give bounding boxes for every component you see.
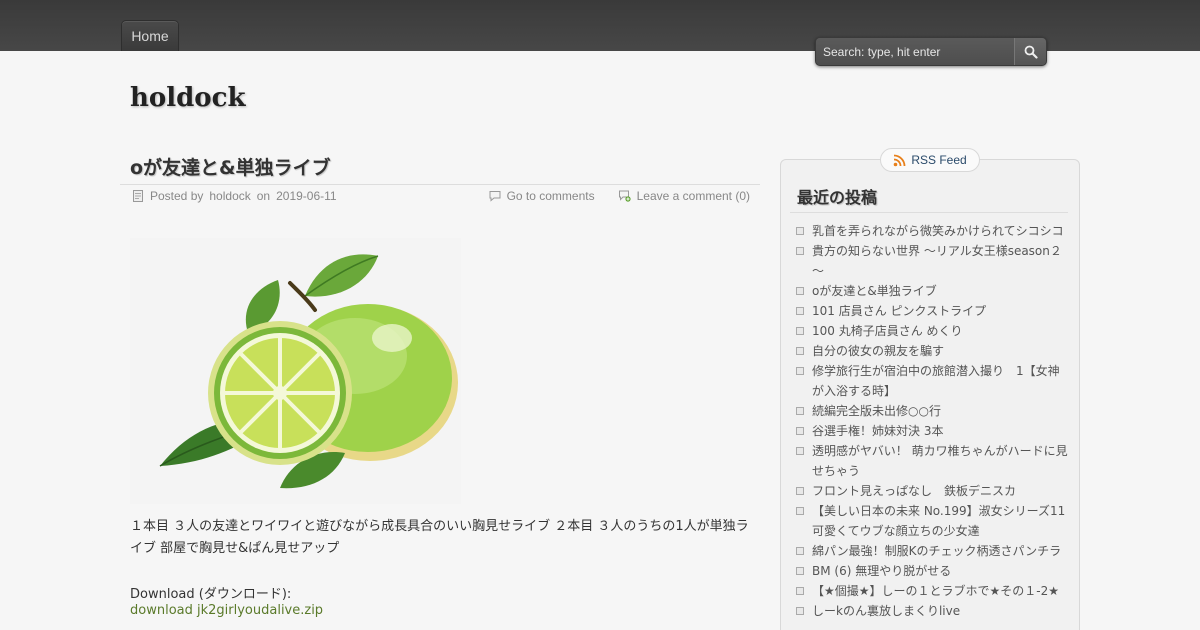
recent-post-link[interactable]: 自分の彼女の親友を騙す: [812, 344, 944, 358]
site-title[interactable]: holdock: [130, 83, 246, 113]
recent-post-link[interactable]: フロント見えっぱなし 鉄板デニスカ: [812, 484, 1016, 498]
list-bullet-icon: [796, 307, 804, 315]
list-bullet-icon: [796, 507, 804, 515]
download-link[interactable]: download jk2girlyoudalive.zip: [130, 603, 323, 618]
search-box: [815, 37, 1047, 66]
top-navigation-bar: Home: [0, 0, 1200, 66]
recent-post-item[interactable]: 修学旅行生が宿泊中の旅館潜入撮り 1【女神が入浴する時】: [796, 361, 1068, 401]
recent-post-item[interactable]: 【★個撮★】しーの１とラブホで★その１-2★: [796, 581, 1068, 601]
list-bullet-icon: [796, 587, 804, 595]
list-bullet-icon: [796, 607, 804, 615]
search-button[interactable]: [1014, 38, 1046, 65]
recent-post-link[interactable]: 綿パン最強！制服Kのチェック柄透さパンチラ: [812, 544, 1061, 558]
lime-illustration: [130, 238, 461, 504]
posted-by-label: Posted by: [150, 189, 204, 203]
list-bullet-icon: [796, 567, 804, 575]
list-bullet-icon: [796, 407, 804, 415]
recent-post-link[interactable]: oが友達と&単独ライブ: [812, 284, 937, 298]
list-bullet-icon: [796, 327, 804, 335]
recent-post-link[interactable]: 100 丸椅子店員さん めくり: [812, 324, 963, 338]
recent-post-item[interactable]: フロント見えっぱなし 鉄板デニスカ: [796, 481, 1068, 501]
list-bullet-icon: [796, 367, 804, 375]
recent-post-link[interactable]: 谷選手権！姉妹対決 3本: [812, 424, 943, 438]
recent-post-link[interactable]: 【★個撮★】しーの１とラブホで★その１-2★: [812, 584, 1059, 598]
recent-post-link[interactable]: 101 店員さん ピンクストライプ: [812, 304, 986, 318]
recent-post-item[interactable]: 貴方の知らない世界 ～リアル女王様season２～: [796, 241, 1068, 281]
download-label: Download (ダウンロード):: [130, 587, 292, 602]
recent-post-link[interactable]: 続編完全版未出修○○行: [812, 404, 941, 418]
magnifier-icon: [1024, 45, 1038, 59]
list-bullet-icon: [796, 427, 804, 435]
post-date: 2019-06-11: [276, 189, 337, 203]
recent-post-link[interactable]: 貴方の知らない世界 ～リアル女王様season２～: [812, 244, 1062, 278]
recent-post-item[interactable]: 綿パン最強！制服Kのチェック柄透さパンチラ: [796, 541, 1068, 561]
rss-icon: [894, 154, 906, 166]
recent-post-item[interactable]: 【美しい日本の未来 No.199】淑女シリーズ11 可愛くてウブな顔立ちの少女達: [796, 501, 1077, 541]
post-meta-left: Posted by holdock on 2019-06-11: [132, 189, 337, 203]
recent-post-item[interactable]: oが友達と&単独ライブ: [796, 281, 1068, 301]
rss-feed-link[interactable]: RSS Feed: [880, 148, 980, 172]
recent-post-link[interactable]: 乳首を弄られながら微笑みかけられてシコシコ: [812, 224, 1064, 238]
list-bullet-icon: [796, 287, 804, 295]
go-to-comments-link[interactable]: Go to comments: [507, 189, 595, 203]
recent-post-item[interactable]: BM (6) 無理やり脱がせる: [796, 561, 1068, 581]
recent-post-item[interactable]: 101 店員さん ピンクストライプ: [796, 301, 1068, 321]
recent-post-link[interactable]: 修学旅行生が宿泊中の旅館潜入撮り 1【女神が入浴する時】: [812, 364, 1060, 398]
recent-posts-title: 最近の投稿: [797, 188, 878, 207]
leave-comment-link[interactable]: Leave a comment (0): [637, 189, 750, 203]
recent-post-link[interactable]: BM (6) 無理やり脱がせる: [812, 564, 951, 578]
recent-post-link[interactable]: 透明感がヤバい！ 萌カワ椎ちゃんがハードに見せちゃう: [812, 444, 1068, 478]
recent-posts-list: 乳首を弄られながら微笑みかけられてシコシコ貴方の知らない世界 ～リアル女王様se…: [796, 221, 1077, 621]
recent-post-item[interactable]: 乳首を弄られながら微笑みかけられてシコシコ: [796, 221, 1068, 241]
post-meta-right: Go to comments Leave a comment (0): [489, 189, 750, 203]
recent-post-item[interactable]: 続編完全版未出修○○行: [796, 401, 1068, 421]
post-title[interactable]: oが友達と&単独ライブ: [130, 153, 331, 180]
recent-post-link[interactable]: 【美しい日本の未来 No.199】淑女シリーズ11 可愛くてウブな顔立ちの少女達: [812, 504, 1077, 538]
speech-bubble-icon: [489, 191, 501, 202]
list-bullet-icon: [796, 487, 804, 495]
rss-feed-label: RSS Feed: [911, 153, 967, 167]
nav-home-tab[interactable]: Home: [121, 20, 179, 51]
document-icon: [133, 190, 143, 202]
recent-post-item[interactable]: しーkのん裏放しまくりlive: [796, 601, 1068, 621]
list-bullet-icon: [796, 227, 804, 235]
post-author[interactable]: holdock: [209, 189, 250, 203]
list-bullet-icon: [796, 547, 804, 555]
post-meta: Posted by holdock on 2019-06-11 Go to co…: [120, 184, 760, 208]
comment-add-icon: [618, 190, 631, 202]
list-bullet-icon: [796, 247, 804, 255]
recent-post-item[interactable]: 透明感がヤバい！ 萌カワ椎ちゃんがハードに見せちゃう: [796, 441, 1068, 481]
recent-post-link[interactable]: しーkのん裏放しまくりlive: [812, 604, 960, 618]
search-input[interactable]: [816, 38, 1015, 65]
post-body: １本目 ３人の友達とワイワイと遊びながら成長具合のいい胸見せライブ ２本目 ３人…: [130, 519, 749, 556]
list-bullet-icon: [796, 447, 804, 455]
recent-post-item[interactable]: 100 丸椅子店員さん めくり: [796, 321, 1068, 341]
recent-post-item[interactable]: 谷選手権！姉妹対決 3本: [796, 421, 1068, 441]
on-label: on: [256, 189, 271, 203]
widget-divider: [790, 212, 1068, 213]
recent-post-item[interactable]: 自分の彼女の親友を騙す: [796, 341, 1068, 361]
list-bullet-icon: [796, 347, 804, 355]
